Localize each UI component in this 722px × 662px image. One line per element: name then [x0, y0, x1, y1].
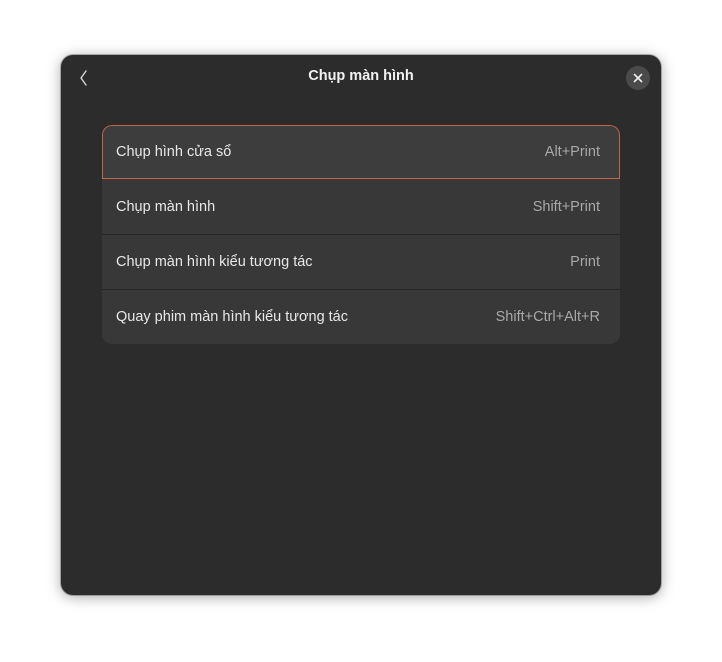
chevron-left-icon [80, 70, 87, 86]
dialog-title: Chụp màn hình [308, 68, 414, 84]
close-button[interactable] [626, 66, 650, 90]
shortcut-row-interactive-screencast[interactable]: Quay phim màn hình kiểu tương tác Shift+… [102, 290, 620, 344]
shortcut-accel: Shift+Ctrl+Alt+R [495, 309, 600, 325]
shortcut-label: Quay phim màn hình kiểu tương tác [116, 309, 348, 325]
shortcuts-dialog: Chụp màn hình Chụp hình cửa sổ Alt+Print… [61, 55, 661, 595]
shortcut-label: Chụp màn hình kiểu tương tác [116, 254, 313, 270]
shortcut-accel: Alt+Print [544, 144, 600, 160]
shortcut-row-interactive-screenshot[interactable]: Chụp màn hình kiểu tương tác Print [102, 235, 620, 290]
dialog-header: Chụp màn hình [61, 55, 661, 101]
close-icon [633, 73, 643, 83]
shortcut-accel: Print [570, 254, 600, 270]
shortcut-accel: Shift+Print [532, 199, 600, 215]
shortcut-row-window-screenshot[interactable]: Chụp hình cửa sổ Alt+Print [102, 125, 620, 180]
shortcut-row-screen-screenshot[interactable]: Chụp màn hình Shift+Print [102, 180, 620, 235]
shortcut-label: Chụp màn hình [116, 199, 216, 215]
back-button[interactable] [72, 64, 96, 92]
shortcut-label: Chụp hình cửa sổ [116, 144, 232, 160]
shortcut-list: Chụp hình cửa sổ Alt+Print Chụp màn hình… [102, 125, 620, 344]
